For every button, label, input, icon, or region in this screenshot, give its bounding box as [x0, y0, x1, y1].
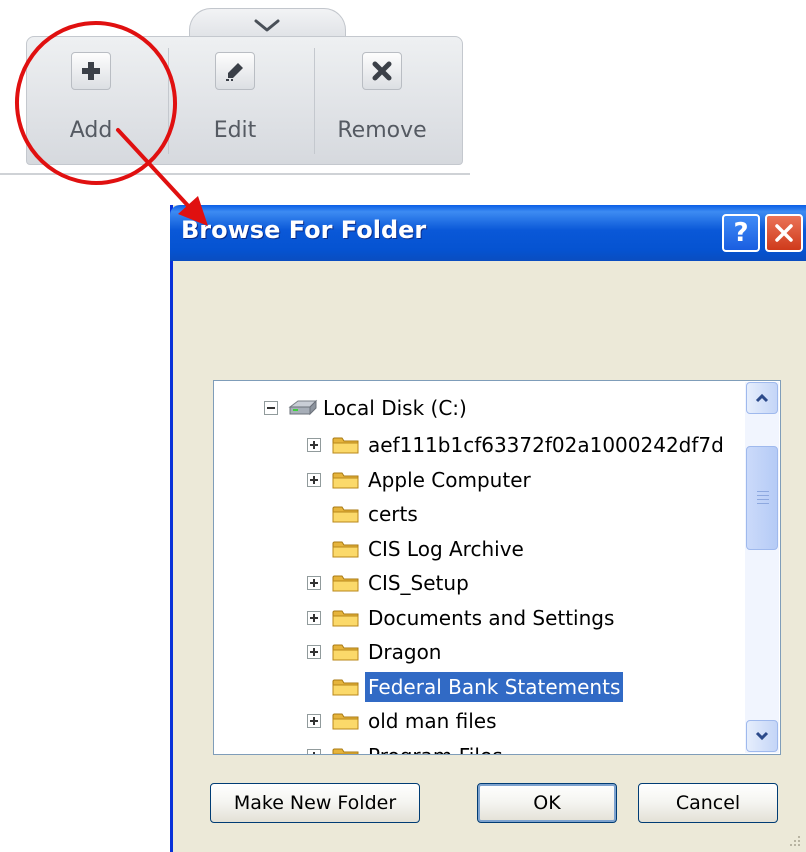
toolbar-separator [168, 48, 169, 154]
close-button[interactable] [765, 214, 803, 252]
folder-icon [332, 506, 359, 523]
pencil-icon [226, 63, 243, 81]
edit-label[interactable]: Edit [204, 118, 266, 143]
expand-toggle[interactable] [307, 645, 321, 659]
folder-icon [332, 472, 359, 488]
tree-node[interactable]: CIS_Setup [365, 568, 472, 598]
scroll-down-button[interactable] [746, 720, 778, 752]
scroll-thumb[interactable] [746, 446, 778, 550]
resize-grip-icon[interactable] [786, 832, 802, 848]
folder-icon [332, 541, 359, 557]
folder-icon [332, 748, 359, 754]
remove-button[interactable] [362, 52, 402, 90]
folder-icon [332, 575, 359, 592]
tree-node[interactable]: old man files [365, 706, 500, 736]
help-icon: ? [733, 218, 749, 248]
title-bar[interactable]: Browse For Folder ? [170, 205, 806, 261]
ok-button[interactable]: OK [477, 783, 617, 823]
toolbar-separator [314, 48, 315, 154]
scroll-up-button[interactable] [746, 382, 778, 414]
folder-icon [332, 713, 359, 730]
expand-toggle[interactable] [307, 748, 321, 754]
folder-icon [332, 610, 359, 626]
expand-toggle[interactable] [307, 438, 321, 452]
add-button[interactable] [71, 52, 111, 90]
chevron-down-icon [254, 19, 280, 32]
tree-node[interactable]: aef111b1cf63372f02a1000242df7d [365, 430, 727, 460]
close-icon [775, 224, 793, 242]
tree-node-selected[interactable]: Federal Bank Statements [365, 671, 624, 702]
add-label[interactable]: Add [60, 118, 122, 143]
x-icon [372, 61, 392, 81]
cancel-button[interactable]: Cancel [638, 783, 778, 823]
tree-node[interactable]: Dragon [365, 637, 445, 667]
folder-icon [332, 437, 359, 454]
tree-node[interactable]: Program Files [365, 741, 506, 755]
remove-label[interactable]: Remove [332, 118, 432, 143]
edit-button[interactable] [215, 52, 255, 90]
collapse-toggle[interactable] [264, 401, 278, 415]
hard-drive-icon [288, 399, 318, 416]
vertical-scrollbar[interactable] [745, 382, 779, 753]
make-new-folder-button[interactable]: Make New Folder [210, 783, 420, 823]
expand-toggle[interactable] [307, 714, 321, 728]
expand-toggle[interactable] [307, 576, 321, 590]
dialog-title: Browse For Folder [181, 216, 427, 244]
tree-node[interactable]: CIS Log Archive [365, 534, 527, 564]
tree-node[interactable]: Apple Computer [365, 465, 534, 495]
folder-tree[interactable]: Local Disk (C:) aef111b1cf63372f02a10002… [213, 380, 781, 755]
toolbar-baseline [0, 173, 470, 175]
folder-icon [332, 644, 359, 661]
help-button[interactable]: ? [722, 214, 760, 252]
folder-icon [332, 679, 359, 695]
expand-toggle[interactable] [307, 610, 321, 625]
chevron-up-icon [755, 393, 769, 403]
tree-node[interactable]: Documents and Settings [365, 603, 617, 633]
tree-node[interactable]: certs [365, 499, 421, 529]
chevron-down-icon [755, 731, 769, 741]
expand-toggle[interactable] [307, 472, 321, 487]
browse-folder-dialog: Browse For Folder ? Local Disk (C:) aef1… [170, 205, 806, 852]
plus-icon [82, 62, 100, 80]
tree-node-local-disk[interactable]: Local Disk (C:) [320, 393, 470, 423]
toolbar: Add Edit Remove [26, 0, 463, 165]
